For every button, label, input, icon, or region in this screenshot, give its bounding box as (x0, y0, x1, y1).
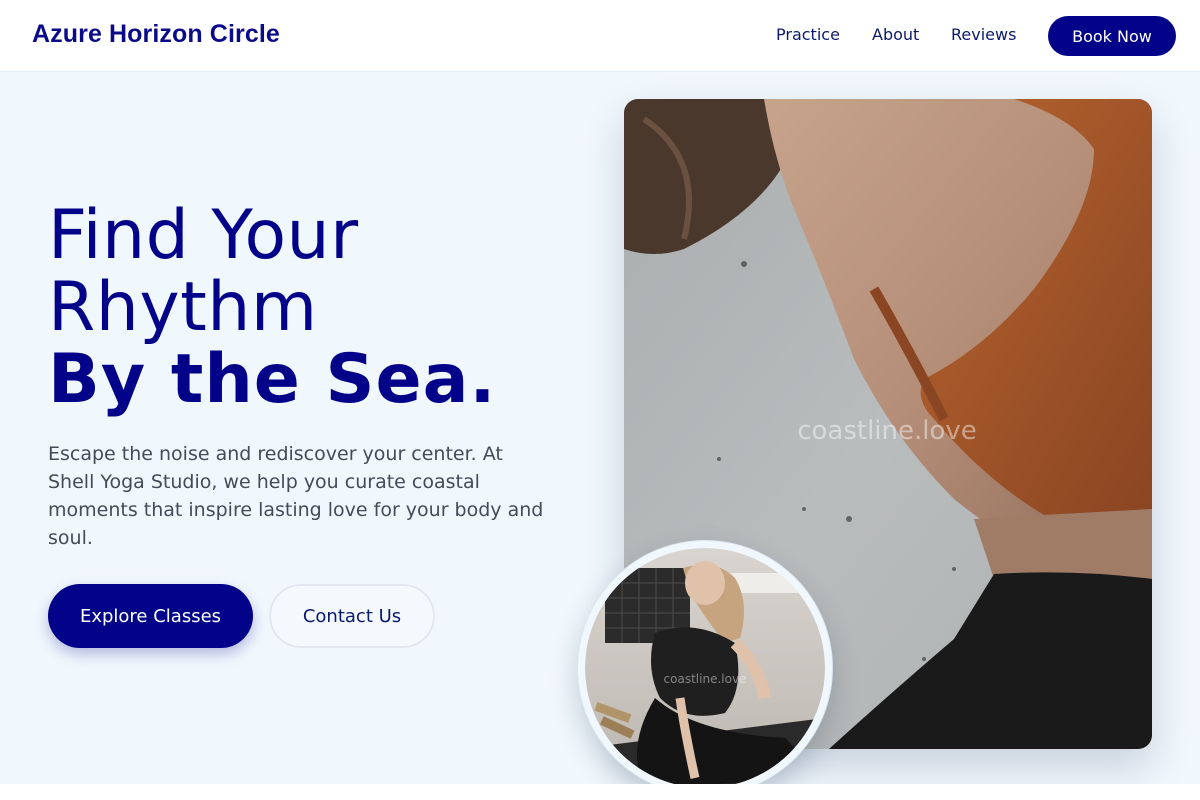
hero-title-line-1: Find Your (48, 196, 359, 275)
main-image-watermark: coastline.love (797, 416, 977, 446)
contact-us-button[interactable]: Contact Us (269, 584, 435, 648)
site-header: Azure Horizon Circle Practice About Revi… (0, 0, 1200, 72)
circle-image-watermark: coastline.love (664, 672, 747, 686)
hero-secondary-image: coastline.love (578, 541, 832, 795)
hero-title-bold: By the Sea. (48, 340, 497, 419)
hero-title: Find Your Rhythm By the Sea. (48, 200, 496, 416)
book-now-button[interactable]: Book Now (1048, 16, 1176, 56)
brand-logo[interactable]: Azure Horizon Circle (32, 20, 280, 49)
hero-description: Escape the noise and rediscover your cen… (48, 443, 544, 549)
nav-reviews[interactable]: Reviews (951, 25, 1016, 44)
nav-about[interactable]: About (872, 25, 919, 44)
nav-practice[interactable]: Practice (776, 25, 840, 44)
explore-classes-button[interactable]: Explore Classes (48, 584, 253, 648)
hero-title-line-2: Rhythm (48, 268, 318, 347)
section-divider (0, 784, 1200, 800)
